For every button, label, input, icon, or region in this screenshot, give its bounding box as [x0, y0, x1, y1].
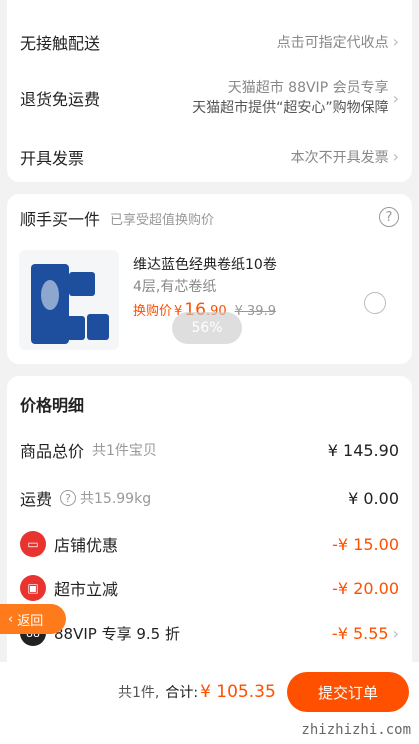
vip-value: -¥ 5.55 › — [331, 623, 399, 643]
addon-card: 顺手买一件 已享受超值换购价 ? 维达蓝色经典卷纸10卷 4层,有芯卷纸 换购价… — [7, 194, 412, 364]
vip-discount-row[interactable]: 88 88VIP 专享 9.5 折 -¥ 5.55› — [20, 620, 399, 646]
original-price: ¥ 39.9 — [234, 304, 276, 319]
back-button[interactable]: ‹ 返回 — [0, 604, 66, 634]
price-prefix: 换购价 — [133, 304, 173, 319]
goods-total-row: 商品总价 共1件宝贝 ¥ 145.90 — [20, 438, 399, 462]
price-detail-card: 价格明细 商品总价 共1件宝贝 ¥ 145.90 运费 ? 共15.99kg ¥… — [7, 376, 412, 666]
help-icon[interactable]: ? — [60, 490, 77, 506]
contactless-value: 点击可指定代收点 › — [276, 31, 399, 51]
chevron-right-icon: › — [392, 623, 399, 643]
product-image[interactable] — [19, 250, 119, 350]
watermark: zhizhizhi.com — [301, 722, 411, 738]
store-discount-label: 店铺优惠 — [54, 536, 119, 555]
shipping-row: 运费 ? 共15.99kg ¥ 0.00 — [20, 486, 399, 510]
chevron-right-icon: › — [392, 146, 399, 166]
return-value-line2: 天猫超市提供“超安心”购物保障 — [192, 100, 389, 116]
market-discount-row: ▣ 超市立减 -¥ 20.00 — [20, 575, 399, 601]
price-detail-title: 价格明细 — [20, 396, 85, 415]
chevron-left-icon: ‹ — [8, 611, 14, 627]
chevron-right-icon: › — [392, 88, 399, 108]
market-discount-value: -¥ 20.00 — [332, 578, 399, 598]
market-icon: ▣ — [20, 575, 46, 601]
shipping-sub: 共15.99kg — [80, 491, 152, 507]
return-label: 退货免运费 — [20, 90, 101, 109]
vip-label: 88VIP 专享 9.5 折 — [54, 624, 180, 643]
goods-total-value: ¥ 145.90 — [327, 440, 399, 460]
return-value: 天猫超市 88VIP 会员专享 天猫超市提供“超安心”购物保障 › — [192, 78, 399, 118]
help-icon[interactable]: ? — [379, 207, 399, 227]
goods-total-sub: 共1件宝贝 — [92, 443, 157, 459]
contactless-row[interactable]: 无接触配送 点击可指定代收点 › — [20, 30, 399, 54]
select-radio[interactable] — [364, 292, 386, 314]
back-label: 返回 — [17, 613, 44, 629]
delivery-card: 无接触配送 点击可指定代收点 › 退货免运费 天猫超市 88VIP 会员专享 天猫… — [7, 0, 412, 182]
product-name: 维达蓝色经典卷纸10卷 — [133, 257, 277, 273]
footer-total-value: ¥ 105.35 — [200, 682, 276, 702]
invoice-label: 开具发票 — [20, 149, 85, 168]
invoice-row[interactable]: 开具发票 本次不开具发票 › — [20, 145, 399, 169]
addon-subtitle: 已享受超值换购价 — [110, 212, 215, 228]
invoice-value: 本次不开具发票 › — [290, 146, 399, 166]
footer-total: 共1件, 合计: ¥ 105.35 — [118, 682, 276, 702]
contactless-label: 无接触配送 — [20, 34, 101, 53]
footer-total-label: 合计: — [165, 685, 199, 701]
shipping-value: ¥ 0.00 — [348, 488, 399, 508]
submit-order-button[interactable]: 提交订单 — [287, 672, 409, 712]
return-value-line1: 天猫超市 88VIP 会员专享 — [227, 80, 389, 96]
store-discount-value: -¥ 15.00 — [332, 534, 399, 554]
return-row[interactable]: 退货免运费 天猫超市 88VIP 会员专享 天猫超市提供“超安心”购物保障 › — [20, 78, 399, 118]
progress-badge: 56% — [172, 312, 242, 344]
product-spec: 4层,有芯卷纸 — [133, 279, 217, 295]
goods-total-label: 商品总价 — [20, 442, 85, 461]
addon-title: 顺手买一件 — [20, 210, 101, 229]
chevron-right-icon: › — [392, 31, 399, 51]
shipping-label: 运费 — [20, 490, 53, 509]
store-discount-row: ▭ 店铺优惠 -¥ 15.00 — [20, 531, 399, 557]
market-discount-label: 超市立减 — [54, 580, 119, 599]
coupon-icon: ▭ — [20, 531, 46, 557]
footer-count: 共1件, — [118, 685, 160, 701]
